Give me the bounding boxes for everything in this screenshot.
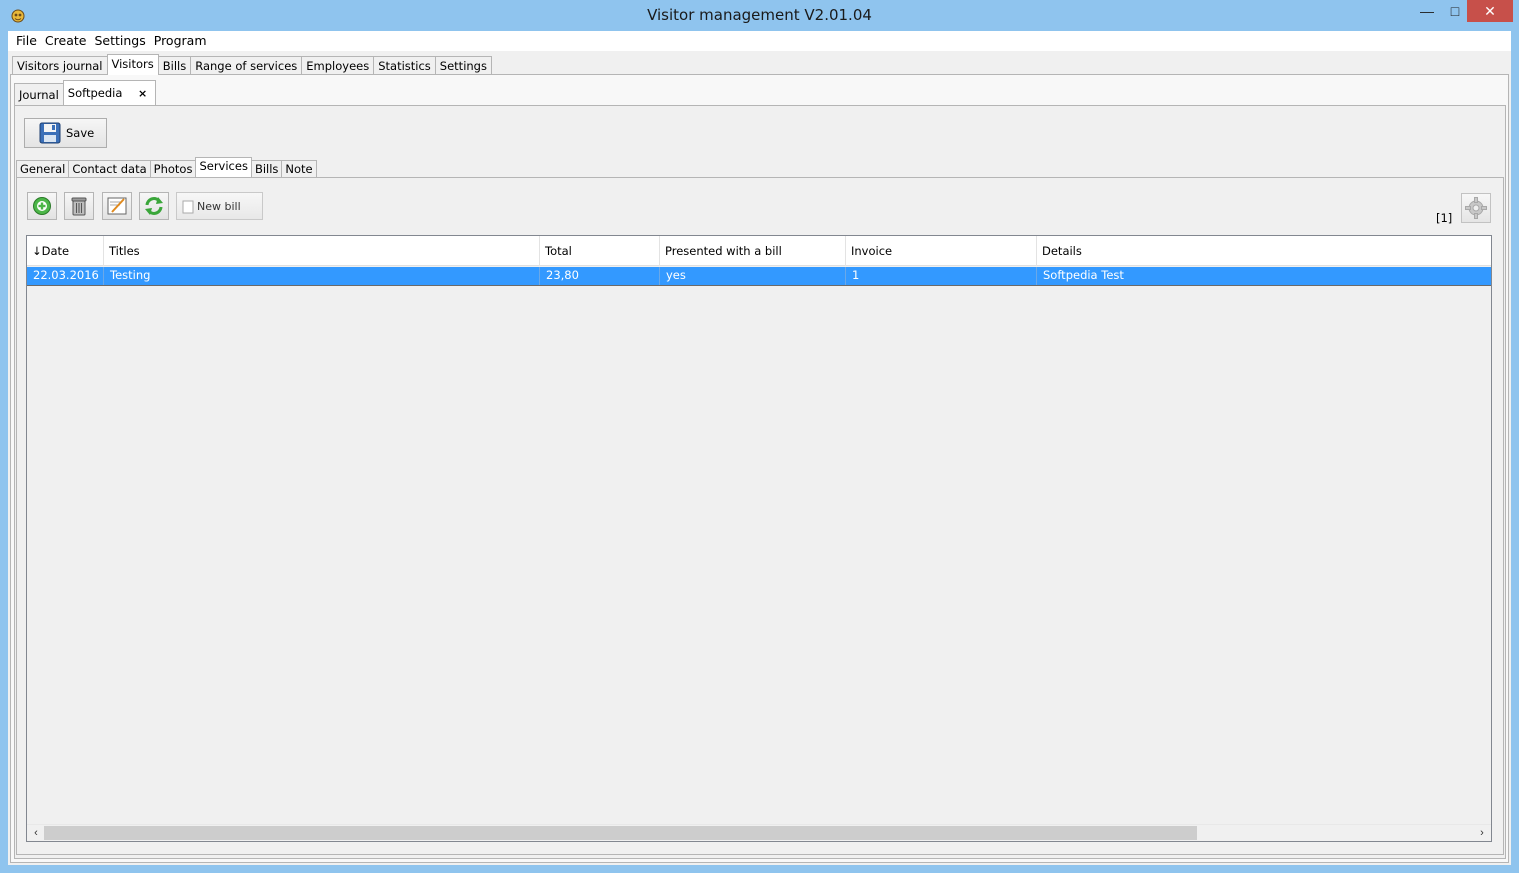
save-button[interactable]: Save: [24, 118, 107, 148]
visitors-panel: Journal Softpedia × Save General Contact…: [10, 74, 1509, 863]
sort-arrow-icon: ↓: [32, 244, 42, 258]
visitor-tab-strip: Journal Softpedia ×: [14, 79, 157, 105]
menu-file[interactable]: File: [12, 31, 41, 51]
table-row[interactable]: 22.03.2016 Testing 23,80 yes 1 Softpedia…: [27, 267, 1491, 286]
scroll-right-icon[interactable]: ›: [1475, 825, 1489, 842]
tab-photos[interactable]: Photos: [149, 160, 197, 178]
minimize-button[interactable]: —: [1413, 0, 1441, 22]
tab-detail-bills[interactable]: Bills: [250, 160, 283, 178]
refresh-icon: [145, 197, 163, 215]
cell-date: 22.03.2016: [27, 267, 104, 285]
column-header-titles[interactable]: Titles: [104, 236, 540, 266]
scroll-left-icon[interactable]: ‹: [29, 825, 43, 842]
tab-settings[interactable]: Settings: [434, 56, 492, 75]
minimize-icon: —: [1420, 3, 1434, 19]
tab-softpedia-label: Softpedia: [67, 86, 123, 100]
cell-details: Softpedia Test: [1043, 268, 1124, 282]
tab-range-of-services[interactable]: Range of services: [190, 56, 303, 75]
menu-bar: File Create Settings Program: [8, 31, 1511, 51]
new-bill-label: New bill: [197, 199, 241, 213]
scrollbar-thumb[interactable]: [44, 826, 1197, 840]
app-window: Visitor management V2.01.04 — □ ✕ File C…: [0, 0, 1519, 873]
tab-services[interactable]: Services: [195, 157, 252, 178]
column-header-total[interactable]: Total: [540, 236, 660, 266]
horizontal-scrollbar[interactable]: ‹ ›: [27, 824, 1491, 841]
cell-titles: Testing: [104, 267, 540, 285]
gear-icon: [1465, 197, 1487, 219]
tab-employees[interactable]: Employees: [301, 56, 375, 75]
column-header-invoice[interactable]: Invoice: [846, 236, 1037, 266]
edit-service-button[interactable]: [102, 192, 132, 220]
maximize-button[interactable]: □: [1441, 0, 1469, 22]
delete-service-button[interactable]: [64, 192, 94, 220]
title-bar[interactable]: Visitor management V2.01.04 — □ ✕: [0, 0, 1519, 30]
services-panel: New bill [1] ↓Date Titles Total Presente…: [16, 177, 1504, 855]
tab-journal[interactable]: Journal: [14, 83, 64, 105]
menu-create[interactable]: Create: [41, 31, 91, 51]
column-header-presented[interactable]: Presented with a bill: [660, 236, 846, 266]
cell-presented: yes: [660, 267, 846, 285]
window-title: Visitor management V2.01.04: [647, 6, 872, 24]
tab-bills[interactable]: Bills: [157, 56, 192, 75]
floppy-disk-icon: [39, 122, 61, 144]
table-header: ↓Date Titles Total Presented with a bill…: [27, 236, 1491, 266]
tab-general[interactable]: General: [16, 160, 70, 178]
client-area: File Create Settings Program Visitors jo…: [8, 31, 1511, 865]
tab-statistics[interactable]: Statistics: [373, 56, 436, 75]
menu-program[interactable]: Program: [150, 31, 211, 51]
table-settings-button[interactable]: [1461, 193, 1491, 223]
column-label-date: Date: [41, 244, 70, 258]
document-icon: [182, 200, 194, 214]
trash-icon: [71, 197, 87, 216]
page-indicator: [1]: [1436, 211, 1453, 225]
menu-settings[interactable]: Settings: [90, 31, 149, 51]
tab-visitors-journal[interactable]: Visitors journal: [12, 56, 108, 75]
tab-softpedia[interactable]: Softpedia ×: [62, 80, 157, 105]
new-bill-button[interactable]: New bill: [176, 192, 263, 220]
tab-note[interactable]: Note: [281, 160, 317, 178]
cell-total: 23,80: [540, 267, 660, 285]
column-header-date[interactable]: ↓Date: [27, 236, 104, 266]
close-icon: ✕: [1484, 3, 1496, 19]
save-button-label: Save: [66, 126, 95, 140]
column-header-details[interactable]: Details: [1037, 236, 1491, 266]
cell-invoice: 1: [846, 267, 1037, 285]
tab-close-icon[interactable]: ×: [138, 87, 147, 100]
add-icon: [33, 197, 51, 215]
main-tab-strip: Visitors journal Visitors Bills Range of…: [12, 54, 492, 75]
maximize-icon: □: [1450, 3, 1460, 19]
close-button[interactable]: ✕: [1467, 0, 1513, 22]
tab-visitors[interactable]: Visitors: [106, 54, 159, 75]
visitor-detail-panel: Save General Contact data Photos Service…: [14, 105, 1506, 859]
add-service-button[interactable]: [27, 192, 57, 220]
detail-tab-strip: General Contact data Photos Services Bil…: [16, 156, 317, 178]
tab-contact-data[interactable]: Contact data: [68, 160, 151, 178]
edit-icon: [107, 197, 127, 215]
services-table: ↓Date Titles Total Presented with a bill…: [26, 235, 1492, 842]
refresh-button[interactable]: [139, 192, 169, 220]
